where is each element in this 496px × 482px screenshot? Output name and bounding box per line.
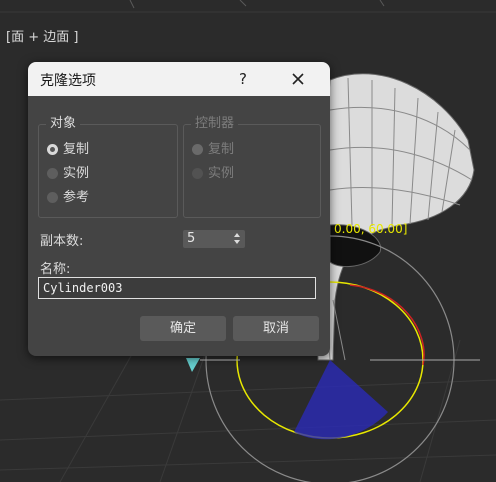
close-button[interactable] <box>286 67 310 91</box>
funnel-mesh <box>314 73 475 361</box>
controller-group-title: 控制器 <box>191 116 239 132</box>
radio-label: 复制 <box>208 142 235 157</box>
dialog-titlebar[interactable]: 克隆选项 ? <box>28 62 330 96</box>
radio-disabled-icon <box>192 168 203 179</box>
copies-label: 副本数: <box>40 234 84 249</box>
spin-up-icon[interactable] <box>234 233 240 237</box>
radio-selected-icon <box>47 144 58 155</box>
radio-label: 复制 <box>63 142 90 157</box>
gizmo-cyan-marker <box>186 358 200 372</box>
radio-icon <box>47 168 58 179</box>
gizmo-blue-pie <box>294 360 388 440</box>
radio-label: 实例 <box>208 166 235 181</box>
clone-options-dialog: 克隆选项 ? 对象 复制 实例 参考 控制器 复制 实例 副本数: 5 名称: … <box>28 62 330 356</box>
ok-button[interactable]: 确定 <box>140 316 226 341</box>
cancel-button[interactable]: 取消 <box>233 316 319 341</box>
spin-down-icon[interactable] <box>234 240 240 244</box>
name-input[interactable] <box>38 277 316 299</box>
viewport-overlay-text: 0.00, 60.00] <box>334 222 407 236</box>
object-group-title: 对象 <box>46 116 81 132</box>
close-icon <box>292 73 304 85</box>
object-group: 对象 复制 实例 参考 <box>38 116 178 218</box>
controller-group: 控制器 复制 实例 <box>183 116 321 218</box>
copies-value[interactable]: 5 <box>187 231 195 246</box>
dialog-title: 克隆选项 <box>40 73 96 89</box>
radio-label: 实例 <box>63 166 90 181</box>
copies-spinner[interactable]: 5 <box>183 230 245 248</box>
name-label: 名称: <box>40 262 71 277</box>
radio-label: 参考 <box>63 190 90 205</box>
help-button[interactable]: ? <box>231 67 255 91</box>
radio-icon <box>47 192 58 203</box>
viewport-label[interactable]: [面 + 边面 ] <box>6 26 78 45</box>
radio-disabled-icon <box>192 144 203 155</box>
